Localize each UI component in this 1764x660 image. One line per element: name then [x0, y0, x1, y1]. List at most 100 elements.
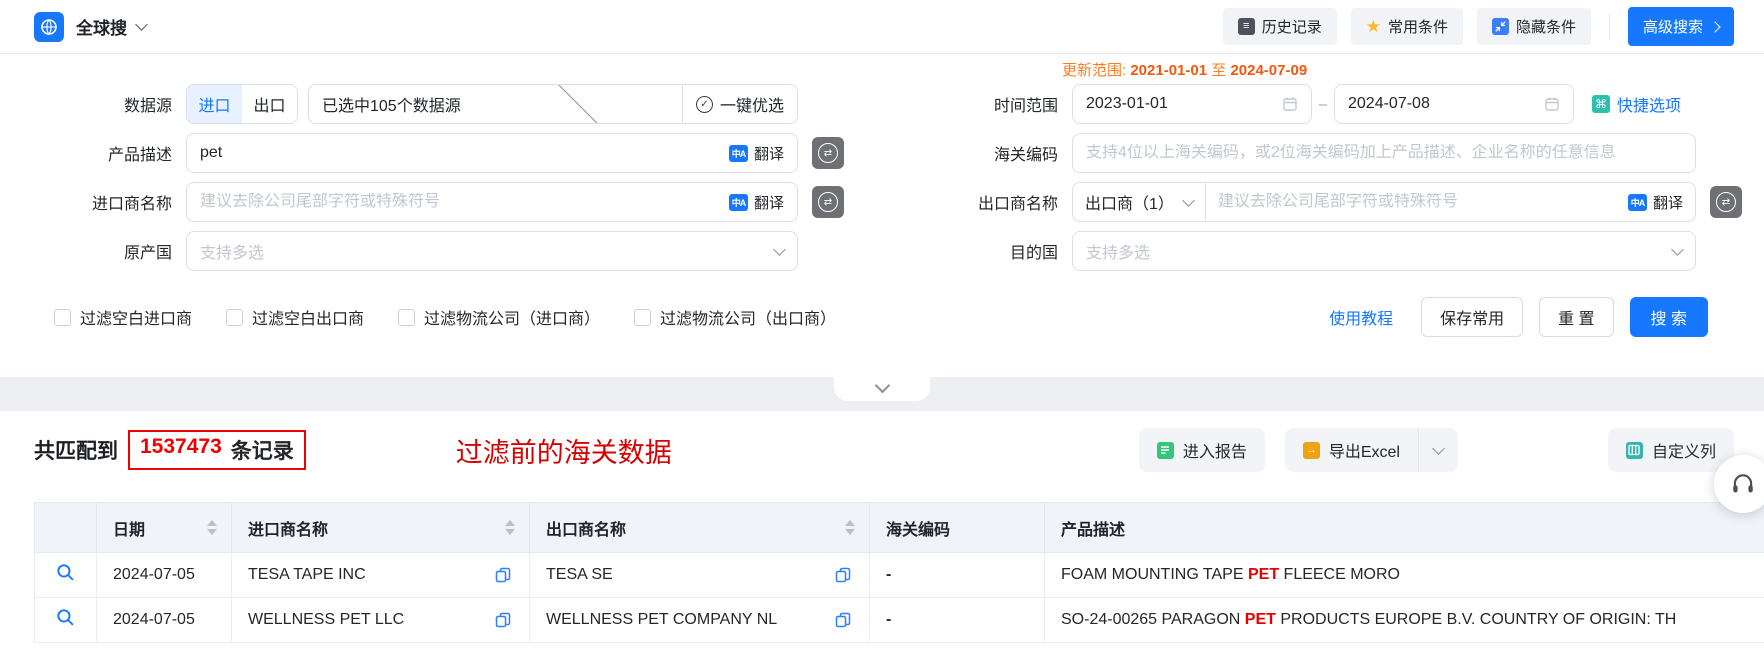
chevron-down-icon: [135, 17, 148, 31]
sort-control[interactable]: [845, 520, 855, 535]
data-source-dropdown[interactable]: 已选中105个数据源: [309, 85, 682, 123]
end-date-field[interactable]: [1334, 84, 1574, 124]
hs-code-label: 海关编码: [993, 147, 1058, 164]
importer-field: 中A 翻译: [186, 182, 798, 222]
header-date: 日期: [96, 502, 232, 553]
match-count: 1537473: [140, 435, 222, 458]
copy-icon[interactable]: [835, 612, 851, 628]
end-date-input[interactable]: [1348, 95, 1544, 113]
export-excel-button[interactable]: → 导出Excel: [1284, 428, 1418, 472]
checkbox-filter-logistics-exporter[interactable]: 过滤物流公司（出口商）: [634, 305, 836, 329]
swap-icon: ⇄: [818, 192, 838, 212]
exporter-type-dropdown[interactable]: 出口商（1）: [1073, 183, 1206, 221]
results-header: 共匹配到 1537473 条记录 过滤前的海关数据 进入报告 → 导出Excel…: [0, 411, 1764, 513]
update-range-note: 更新范围: 2021-01-01 至 2024-07-09: [1062, 62, 1308, 79]
annotation-text: 过滤前的海关数据: [455, 437, 672, 468]
top-bar: 全球搜 ≡ 历史记录 ★ 常用条件 隐藏条件 高级搜索: [0, 0, 1764, 54]
search-form: 更新范围: 2021-01-01 至 2024-07-09 数据源 进口 出口 …: [0, 54, 1764, 337]
translate-button[interactable]: 中A 翻译: [728, 143, 784, 164]
exact-match-toggle[interactable]: ⇄: [812, 137, 844, 169]
history-button[interactable]: ≡ 历史记录: [1222, 8, 1337, 45]
origin-country-select[interactable]: 支持多选: [186, 231, 798, 271]
header-importer: 进口商名称: [231, 502, 530, 553]
chevron-down-icon: [517, 85, 647, 123]
collapse-panel-handle[interactable]: [834, 375, 930, 401]
customer-service-button[interactable]: [1714, 455, 1764, 513]
enter-report-button[interactable]: 进入报告: [1138, 428, 1265, 472]
tab-import[interactable]: 进口: [187, 85, 242, 123]
start-date-input[interactable]: [1086, 95, 1282, 113]
checkbox-filter-logistics-importer[interactable]: 过滤物流公司（进口商）: [398, 305, 600, 329]
copy-icon[interactable]: [495, 567, 511, 583]
calendar-icon: [1283, 97, 1297, 111]
checkbox-filter-blank-exporter[interactable]: 过滤空白出口商: [226, 305, 364, 329]
header-exporter: 出口商名称: [529, 502, 870, 553]
header-hs-code: 海关编码: [869, 502, 1045, 553]
copy-icon[interactable]: [835, 567, 851, 583]
translate-icon: 中A: [1627, 193, 1647, 211]
product-desc-input[interactable]: [200, 144, 719, 162]
divider: [1608, 13, 1610, 40]
cell-importer: WELLNESS PET LLC: [231, 597, 530, 643]
sort-control[interactable]: [505, 520, 515, 535]
export-options-dropdown[interactable]: [1417, 428, 1458, 472]
cell-exporter: WELLNESS PET COMPANY NL: [529, 597, 870, 643]
chevron-down-icon: [1182, 193, 1195, 207]
exact-match-toggle[interactable]: ⇄: [1710, 186, 1742, 218]
cell-product-desc: FOAM MOUNTING TAPE PET FLEECE MORO: [1044, 552, 1764, 598]
cell-hs-code: -: [869, 597, 1045, 643]
page-title: 全球搜: [76, 19, 127, 38]
data-source-label: 数据源: [123, 98, 172, 115]
translate-button[interactable]: 中A 翻译: [728, 192, 784, 213]
excel-export-icon: →: [1302, 441, 1320, 459]
row-search-icon[interactable]: [56, 563, 75, 582]
results-table: 日期 进口商名称 出口商名称 海关编码 产品描述 2024-07-05 TESA…: [34, 502, 1764, 643]
importer-input[interactable]: [200, 193, 719, 211]
checkbox-icon: [398, 308, 416, 326]
data-source-select-group: 已选中105个数据源 ✓ 一键优选: [308, 84, 798, 124]
hs-code-input[interactable]: [1086, 144, 1682, 162]
hide-conditions-button[interactable]: 隐藏条件: [1476, 8, 1591, 45]
checkbox-icon: [54, 308, 71, 326]
row-search-icon[interactable]: [56, 608, 75, 627]
favorite-conditions-button[interactable]: ★ 常用条件: [1350, 8, 1463, 45]
chevron-down-icon: [773, 242, 786, 256]
chevron-down-icon: [1432, 441, 1445, 455]
one-click-optimize-button[interactable]: ✓ 一键优选: [683, 85, 797, 123]
collapse-icon: [1491, 18, 1509, 35]
tutorial-link[interactable]: 使用教程: [1329, 305, 1393, 329]
translate-button[interactable]: 中A 翻译: [1627, 192, 1683, 213]
dest-country-select[interactable]: 支持多选: [1072, 231, 1696, 271]
translate-icon: 中A: [728, 144, 748, 162]
app-switcher[interactable]: 全球搜: [64, 14, 148, 39]
update-range-from: 2021-01-01: [1130, 62, 1208, 79]
cell-date: 2024-07-05: [96, 552, 232, 598]
checkbox-icon: [226, 308, 244, 326]
exact-match-toggle[interactable]: ⇄: [812, 186, 844, 218]
cell-date: 2024-07-05: [96, 597, 232, 643]
keyword-highlight: PET: [1244, 611, 1276, 628]
header-product-desc: 产品描述: [1044, 502, 1764, 553]
customize-columns-button[interactable]: 自定义列: [1607, 428, 1734, 472]
start-date-field[interactable]: [1072, 84, 1312, 124]
checkbox-filter-blank-importer[interactable]: 过滤空白进口商: [54, 305, 192, 329]
reset-button[interactable]: 重 置: [1539, 297, 1614, 337]
header-row-actions: [34, 502, 97, 553]
advanced-search-button[interactable]: 高级搜索: [1627, 7, 1734, 46]
save-conditions-button[interactable]: 保存常用: [1421, 297, 1524, 337]
swap-icon: ⇄: [818, 143, 838, 163]
keyword-highlight: PET: [1247, 566, 1280, 583]
dest-country-label: 目的国: [1009, 245, 1058, 262]
report-icon: [1156, 441, 1174, 459]
exporter-input[interactable]: [1205, 193, 1618, 211]
quick-options-link[interactable]: ⌘ 快捷选项: [1592, 92, 1681, 116]
chevron-down-icon: [1671, 242, 1684, 256]
product-desc-label: 产品描述: [107, 147, 172, 164]
search-button[interactable]: 搜 索: [1629, 297, 1708, 337]
copy-icon[interactable]: [495, 612, 511, 628]
globe-logo-icon: [34, 11, 64, 42]
sort-control[interactable]: [207, 520, 217, 535]
tab-export[interactable]: 出口: [242, 85, 297, 123]
chevron-right-icon: [1709, 20, 1721, 33]
filter-row: 过滤空白进口商 过滤空白出口商 过滤物流公司（进口商） 过滤物流公司（出口商） …: [20, 297, 1742, 337]
